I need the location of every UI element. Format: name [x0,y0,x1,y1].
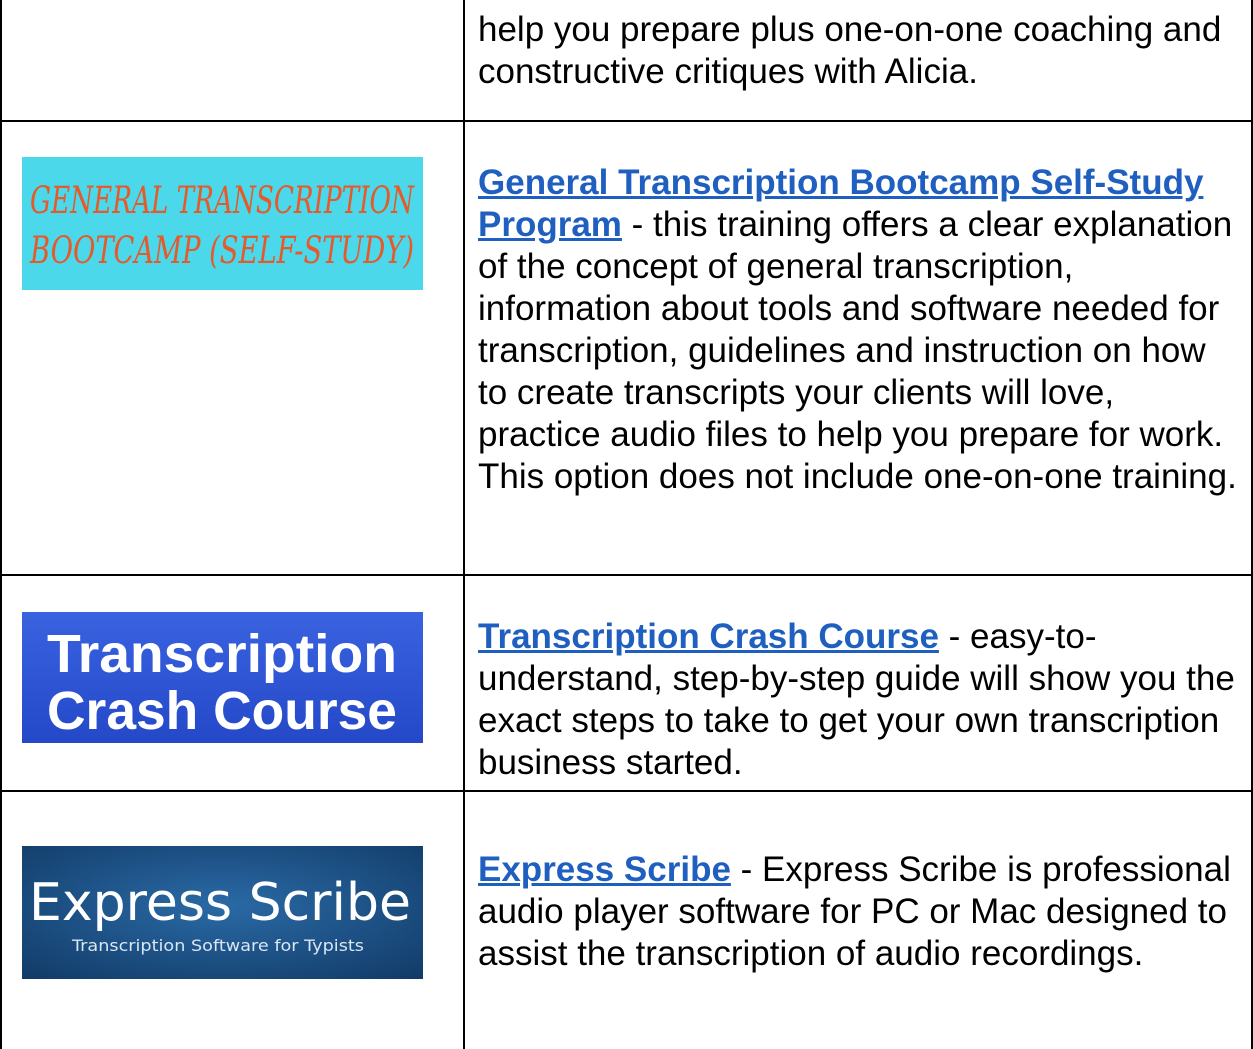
bootcamp-banner-graphic: GENERAL TRANSCRIPTION BOOTCAMP (SELF-STU… [22,157,423,290]
row-0-text: help you prepare plus one-on-one coachin… [478,10,1222,91]
row-2-description: Transcription Crash Course - easy-to-und… [478,616,1238,784]
bootcamp-banner-line2: BOOTCAMP (SELF-STUDY) [29,229,414,272]
express-scribe-link[interactable]: Express Scribe [478,850,731,889]
row-divider-3 [0,790,1253,792]
crash-course-banner-graphic: Transcription Crash Course [22,612,423,743]
row-divider-1 [0,120,1253,122]
table-border-middle [463,0,465,1049]
crash-course-banner-line2: Crash Course [47,681,397,741]
table-border-left [0,0,2,1049]
bootcamp-banner-image[interactable]: GENERAL TRANSCRIPTION BOOTCAMP (SELF-STU… [22,157,423,290]
express-scribe-banner-graphic: Express Scribe Transcription Software fo… [22,846,423,979]
express-scribe-banner-image[interactable]: Express Scribe Transcription Software fo… [22,846,423,979]
express-scribe-banner-subtitle: Transcription Software for Typists [71,936,364,955]
crash-course-banner-line1: Transcription [47,624,397,684]
row-1-text: - this training offers a clear explanati… [478,205,1237,496]
bootcamp-banner-line1: GENERAL TRANSCRIPTION [30,179,415,222]
row-3-description: Express Scribe - Express Scribe is profe… [478,849,1238,975]
express-scribe-banner-title: Express Scribe [29,873,411,933]
crash-course-link[interactable]: Transcription Crash Course [478,617,939,656]
row-1-description: General Transcription Bootcamp Self-Stud… [478,162,1238,498]
crash-course-banner-image[interactable]: Transcription Crash Course [22,612,423,743]
row-divider-2 [0,574,1253,576]
row-0-description: help you prepare plus one-on-one coachin… [478,9,1238,93]
